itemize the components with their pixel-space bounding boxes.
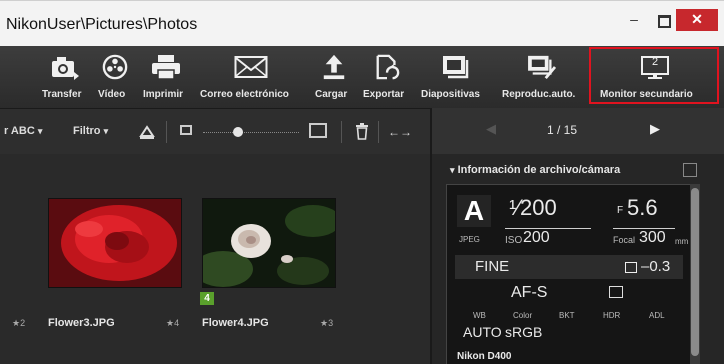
scrollbar-thumb[interactable] — [691, 188, 699, 356]
exposure-mode: A — [457, 195, 491, 227]
separator — [378, 121, 379, 143]
format-label: JPEG — [459, 235, 480, 244]
slider-handle[interactable] — [233, 127, 243, 137]
slideshow-label: Diapositivas — [421, 89, 480, 100]
red-rose-image — [49, 199, 181, 287]
rating-label: ★2 — [12, 318, 26, 328]
export-icon — [376, 54, 400, 80]
maximize-icon — [657, 15, 671, 28]
info-section-header[interactable]: ▾ Información de archivo/cámara — [450, 164, 620, 176]
color-label: Color — [513, 311, 533, 320]
view-options-bar: r ABC ▾ Filtro ▾ ←→ — [0, 108, 430, 155]
camera-model: Nikon D400 — [457, 351, 512, 362]
large-thumb-icon[interactable] — [309, 123, 327, 138]
hdr-label: HDR — [603, 311, 621, 320]
auto-play-label: Reproduc.auto. — [502, 89, 576, 100]
info-side-panel: ◀ 1 / 15 ▶ ▾ Información de archivo/cáma… — [430, 108, 724, 364]
focal-value: 300 — [639, 229, 666, 246]
filter-label: Filtro — [73, 125, 101, 137]
iso-label: ISO — [505, 235, 523, 246]
title-bar: NikonUser\Pictures\Photos – ✕ — [0, 0, 724, 47]
sort-dropdown[interactable]: r ABC ▾ — [4, 125, 42, 137]
chevron-down-icon: ▾ — [37, 126, 43, 136]
color-space: sRGB — [505, 324, 543, 340]
aperture-prefix: F — [617, 205, 624, 216]
adl-label: ADL — [649, 311, 665, 320]
upload-icon — [323, 54, 345, 80]
camera-transfer-icon — [52, 57, 79, 80]
focus-mode: AF-S — [511, 284, 548, 301]
auto-play-icon — [528, 55, 557, 80]
white-balance: AUTO — [463, 324, 502, 340]
image-pager: ◀ 1 / 15 ▶ — [432, 108, 724, 154]
printer-icon — [152, 55, 180, 80]
film-reel-icon — [102, 54, 128, 80]
slideshow-button[interactable]: Diapositivas — [418, 46, 494, 108]
thumbnail-grid: ★2 Flower3.JPG ★4 4 Flower4.JPG ★3 — [0, 154, 430, 364]
print-button[interactable]: Imprimir — [140, 46, 192, 108]
rating-label: ★4 — [166, 318, 180, 328]
export-button[interactable]: Exportar — [360, 46, 416, 108]
metering-icon — [609, 286, 623, 298]
separator — [166, 121, 167, 143]
email-label: Correo electrónico — [200, 89, 289, 100]
export-label: Exportar — [363, 89, 405, 100]
wb-label: WB — [473, 311, 486, 320]
window-title: NikonUser\Pictures\Photos — [6, 16, 198, 33]
thumbnail-size-slider[interactable] — [203, 132, 299, 134]
email-button[interactable]: Correo electrónico — [198, 46, 308, 108]
collapse-icon: ▾ — [450, 165, 455, 175]
iso-value: 200 — [523, 229, 550, 246]
exposure-compensation: –0.3 — [641, 258, 671, 275]
transfer-label: Transfer — [42, 89, 82, 100]
transfer-button[interactable]: Transfer — [40, 46, 92, 108]
aperture-value: 5.6 — [627, 195, 658, 220]
thumbnail-flower3[interactable] — [48, 198, 182, 288]
highlight-box — [589, 47, 719, 104]
chevron-down-icon: ▾ — [103, 126, 109, 136]
camera-info-display: A ¹⁄200 F 5.6 JPEG ISO 200 Focal 300 mm … — [446, 184, 692, 364]
thumbnail-flower4[interactable] — [193, 198, 341, 288]
envelope-icon — [234, 56, 268, 78]
info-section-title: Información de archivo/cámara — [457, 164, 621, 176]
thumbnail-name: Flower3.JPG — [48, 317, 115, 329]
white-rose-image — [193, 199, 341, 287]
video-label: Vídeo — [98, 89, 126, 100]
upload-label: Cargar — [315, 89, 348, 100]
label-badge: 4 — [200, 292, 214, 305]
image-quality: FINE — [475, 258, 510, 275]
previous-button[interactable]: ◀ — [486, 121, 496, 137]
filter-dropdown[interactable]: Filtro ▾ — [73, 125, 108, 137]
small-thumb-icon[interactable] — [180, 125, 192, 135]
rating-label: ★3 — [320, 318, 334, 328]
focal-label: Focal — [613, 235, 636, 245]
print-label: Imprimir — [143, 89, 184, 100]
shutter-speed: ¹⁄200 — [509, 195, 557, 220]
rotate-icon[interactable] — [138, 123, 156, 139]
next-button[interactable]: ▶ — [650, 121, 660, 137]
close-button[interactable]: ✕ — [676, 9, 718, 31]
auto-play-button[interactable]: Reproduc.auto. — [498, 46, 588, 108]
bkt-label: BKT — [559, 311, 575, 320]
separator — [341, 121, 342, 143]
thumbnail-name: Flower4.JPG — [202, 317, 269, 329]
focal-unit: mm — [675, 237, 689, 246]
page-counter: 1 / 15 — [547, 123, 578, 137]
video-button[interactable]: Vídeo — [96, 46, 136, 108]
panel-settings-icon[interactable] — [683, 163, 697, 177]
slideshow-icon — [443, 56, 469, 79]
sort-label: r ABC — [4, 125, 35, 137]
minimize-button[interactable]: – — [618, 9, 650, 31]
swap-panels-icon[interactable]: ←→ — [388, 125, 412, 139]
info-scrollbar[interactable] — [690, 184, 700, 364]
upload-button[interactable]: Cargar — [312, 46, 356, 108]
exposure-comp-icon — [625, 262, 637, 273]
app-window: NikonUser\Pictures\Photos – ✕ Transfer V… — [0, 0, 724, 364]
trash-icon[interactable] — [355, 122, 369, 140]
